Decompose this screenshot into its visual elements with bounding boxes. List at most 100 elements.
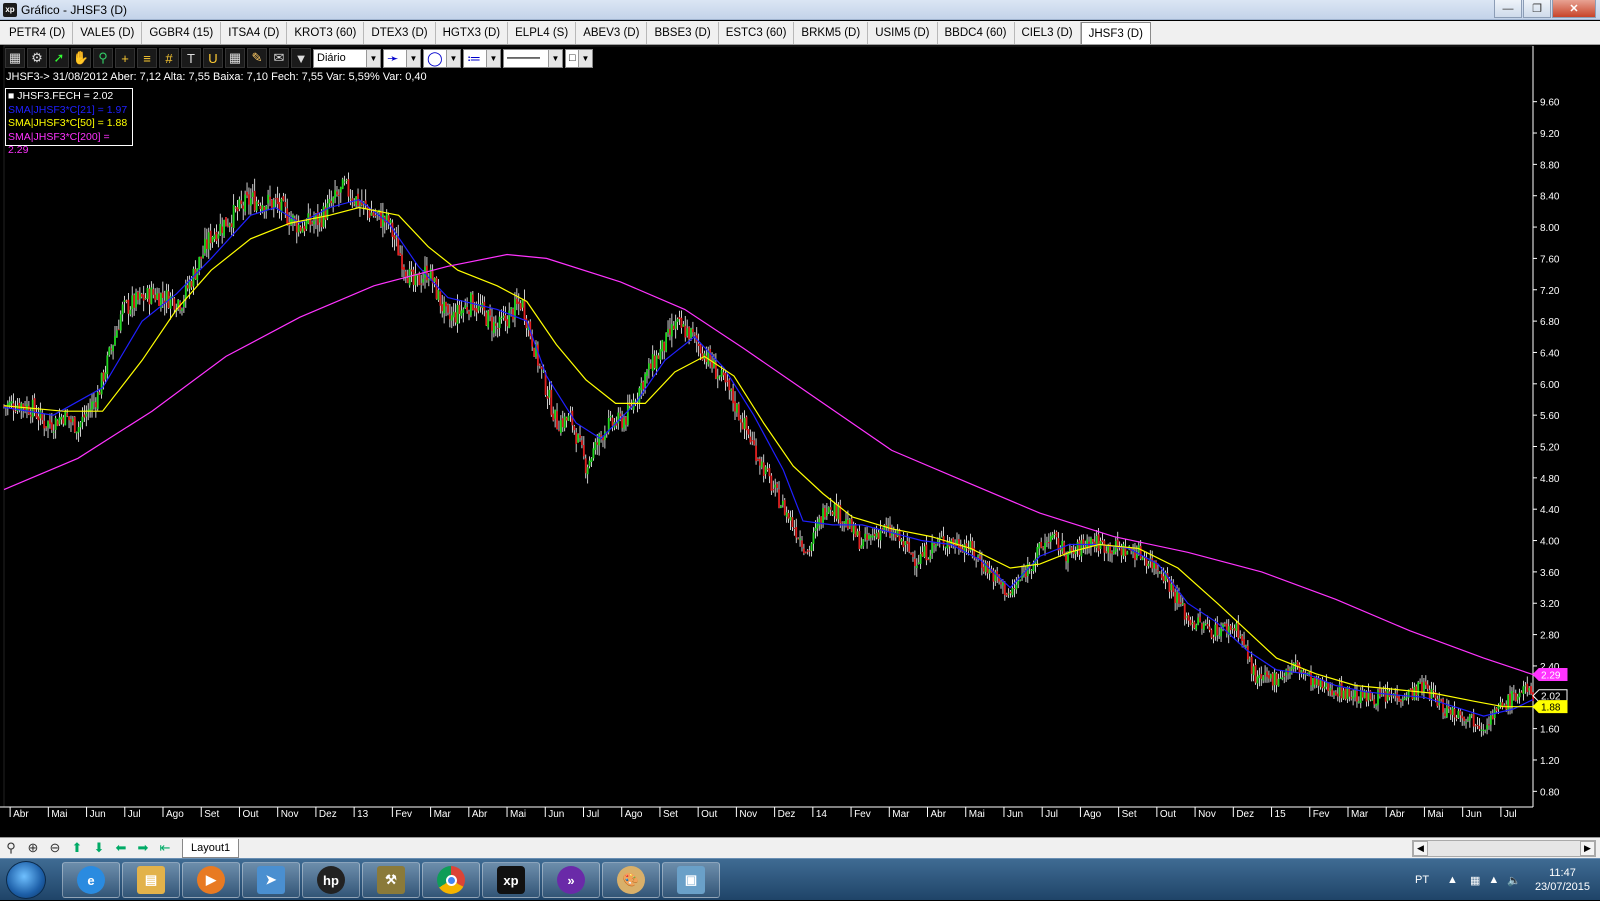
candle-body <box>464 305 467 309</box>
paint-icon[interactable]: 🎨 <box>602 862 660 898</box>
candle-body <box>91 401 93 410</box>
candle-body <box>841 522 844 524</box>
candle-body <box>10 401 13 404</box>
candle-body <box>730 389 733 392</box>
candle-body <box>1489 715 1492 725</box>
candle-body <box>1216 623 1219 636</box>
candle-body <box>359 203 361 205</box>
start-button[interactable] <box>6 861 46 899</box>
monitor-icon[interactable]: ▣ <box>662 862 720 898</box>
candle-body <box>1212 637 1215 639</box>
candle-body <box>864 533 867 539</box>
tools-icon[interactable]: ⚒ <box>362 862 420 898</box>
clock[interactable]: 11:47 23/07/2015 <box>1535 866 1590 894</box>
arrow-left-icon[interactable]: ⬅ <box>110 839 132 857</box>
tray-expand-icon[interactable]: ▲ <box>1447 874 1458 886</box>
arrow-right-icon[interactable]: ➡ <box>132 839 154 857</box>
candle-body <box>653 355 656 369</box>
candle-body <box>1488 724 1490 726</box>
clock-date: 23/07/2015 <box>1534 881 1590 893</box>
candle-body <box>83 414 86 418</box>
layout-tab[interactable]: Layout1 <box>182 838 240 858</box>
candle-body <box>1174 591 1177 603</box>
chrome-icon[interactable] <box>422 862 480 898</box>
candle-body <box>102 372 105 382</box>
candle-body <box>466 307 469 311</box>
candle-body <box>427 279 430 281</box>
candle-body <box>303 225 306 232</box>
candle-body <box>368 210 371 218</box>
hp-icon[interactable]: hp <box>302 862 360 898</box>
file-explorer-icon[interactable]: ▤ <box>122 862 180 898</box>
candle-body <box>781 501 784 506</box>
candle-body <box>313 221 315 225</box>
candle-body <box>906 540 909 544</box>
candle-body <box>110 348 113 350</box>
x-tick-label: Fev <box>395 809 412 820</box>
arrow-up-icon[interactable]: ⬆ <box>66 839 88 857</box>
windows-flag-icon[interactable]: ▦ <box>1470 874 1480 887</box>
candle-body <box>1323 686 1326 689</box>
candle-body <box>173 298 176 310</box>
candle-body <box>682 324 685 327</box>
candle-body <box>43 420 46 429</box>
scroll-left-icon[interactable]: ◀ <box>1413 841 1428 856</box>
price-chart[interactable]: 9.60 9.20 8.80 8.40 8.00 7.60 7.20 6.80 6.40 6.00… <box>0 0 1600 837</box>
candle-body <box>743 418 746 429</box>
x-tick-label: 14 <box>816 809 828 820</box>
candle-body <box>858 530 861 550</box>
zoom-fit-icon[interactable]: ⚲ <box>0 839 22 857</box>
candle-body <box>1386 689 1389 701</box>
arrow-end-icon[interactable]: ⇤ <box>154 839 176 857</box>
x-tick-label: Nov <box>281 809 299 820</box>
candle-body <box>640 382 643 391</box>
candle-body <box>1409 688 1412 690</box>
candle-body <box>161 292 164 298</box>
candle-body <box>904 541 907 546</box>
candle-body <box>760 461 763 468</box>
candle-body <box>1103 540 1106 553</box>
x-tick-label: Mar <box>892 809 910 820</box>
y-tick-label: 4.00 <box>1540 537 1560 548</box>
candle-body <box>1105 551 1108 553</box>
candle-body <box>207 232 210 250</box>
candle-body <box>919 554 922 564</box>
legend-item: ■ JHSF3.FECH = 2.02 <box>8 90 114 102</box>
candle-body <box>785 512 788 517</box>
zoom-out-icon[interactable]: ⊖ <box>44 839 66 857</box>
xp-icon[interactable]: xp <box>482 862 540 898</box>
x-tick-label: Ago <box>1083 809 1101 820</box>
candle-body <box>452 311 455 318</box>
candle-body <box>753 440 756 445</box>
candle-body <box>812 532 815 544</box>
zoom-in-icon[interactable]: ⊕ <box>22 839 44 857</box>
arrow-down-icon[interactable]: ⬇ <box>88 839 110 857</box>
candle-body <box>1091 539 1094 542</box>
candle-body <box>1401 699 1404 701</box>
candle-body <box>563 416 566 429</box>
candle-body <box>471 294 474 310</box>
candle-body <box>663 342 666 351</box>
candle-body <box>1218 634 1221 636</box>
internet-explorer-icon[interactable]: e <box>62 862 120 898</box>
candle-body <box>672 325 675 330</box>
candle-body <box>1178 593 1180 604</box>
volume-icon[interactable]: 🔈 <box>1507 874 1521 887</box>
candle-body <box>1296 661 1299 667</box>
horizontal-scrollbar[interactable]: ◀ ▶ <box>1412 840 1596 857</box>
language-indicator[interactable]: PT <box>1415 874 1429 886</box>
signal-icon[interactable]: ▲ <box>1488 874 1499 886</box>
candle-body <box>1224 624 1226 626</box>
candle-body <box>877 532 880 540</box>
scroll-right-icon[interactable]: ▶ <box>1580 841 1595 856</box>
candle-body <box>1371 699 1374 701</box>
candle-body <box>559 420 562 433</box>
candle-body <box>211 237 214 243</box>
candle-body <box>1357 701 1360 703</box>
candle-body <box>724 373 727 383</box>
arrow-app-icon[interactable]: » <box>542 862 600 898</box>
candle-body <box>1000 582 1002 585</box>
network-icon[interactable]: ➤ <box>242 862 300 898</box>
media-player-icon[interactable]: ▶ <box>182 862 240 898</box>
candle-body <box>1468 715 1471 721</box>
